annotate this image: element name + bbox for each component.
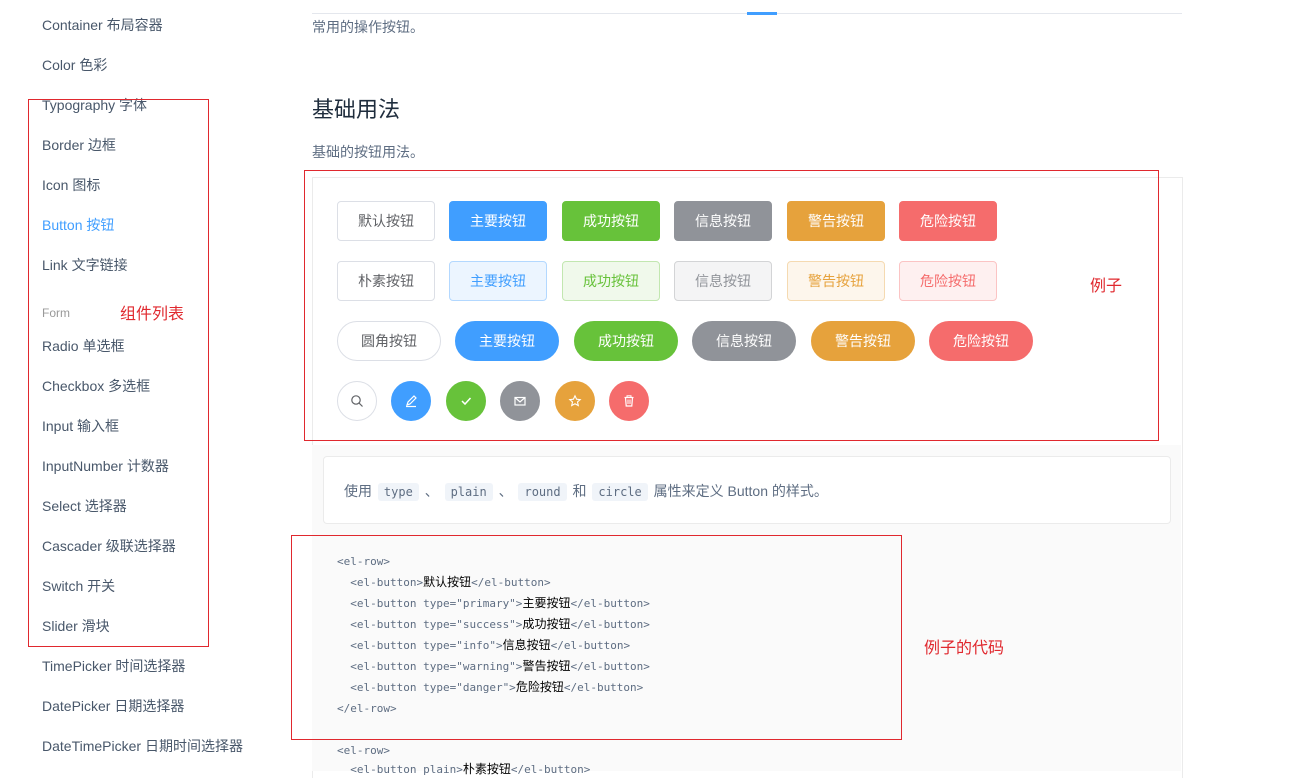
delete-icon [624,395,634,407]
circle-star-button[interactable] [555,381,595,421]
sidebar-item-datetimepicker[interactable]: DateTimePicker 日期时间选择器 [42,736,243,756]
code-line: <el-button type="info">信息按钮</el-button> [337,638,631,652]
code-line: <el-button type="danger">危险按钮</el-button… [337,680,644,694]
search-icon [351,395,363,407]
code-line: <el-button type="success">成功按钮</el-butto… [337,617,650,631]
code-tag-round: round [518,483,567,501]
round-primary-button[interactable]: 主要按钮 [455,321,559,361]
info-button[interactable]: 信息按钮 [674,201,772,241]
page-intro: 常用的操作按钮。 [312,19,424,35]
annotation-label-example: 例子 [1090,278,1123,295]
plain-info-button[interactable]: 信息按钮 [674,261,772,301]
round-success-button[interactable]: 成功按钮 [574,321,678,361]
sidebar-item-radio[interactable]: Radio 单选框 [42,336,124,356]
code-tag-type: type [377,483,419,501]
sidebar-item-cascader[interactable]: Cascader 级联选择器 [42,536,176,556]
sidebar-item-link[interactable]: Link 文字链接 [42,255,128,275]
plain-success-button[interactable]: 成功按钮 [562,261,660,301]
round-warning-button[interactable]: 警告按钮 [811,321,915,361]
sidebar-item-input[interactable]: Input 输入框 [42,416,119,436]
plain-danger-button[interactable]: 危险按钮 [899,261,997,301]
circle-edit-button[interactable] [391,381,431,421]
sidebar-item-border[interactable]: Border 边框 [42,135,116,155]
message-icon [514,396,526,406]
round-info-button[interactable]: 信息按钮 [692,321,796,361]
warning-button[interactable]: 警告按钮 [787,201,885,241]
desc-prefix: 使用 [344,483,372,499]
sidebar-item-container[interactable]: Container 布局容器 [42,15,163,35]
sidebar-item-timepicker[interactable]: TimePicker 时间选择器 [42,656,185,676]
code-line: <el-button type="warning">警告按钮</el-butto… [337,659,650,673]
section-description: 基础的按钮用法。 [312,144,424,160]
circle-search-button[interactable] [337,381,377,421]
code-tag-circle: circle [592,483,648,501]
sidebar-item-checkbox[interactable]: Checkbox 多选框 [42,376,150,396]
description-card: 使用 type 、 plain 、 round 和 circle 属性来定义 B… [323,456,1171,524]
sidebar-item-button[interactable]: Button 按钮 [42,215,114,235]
tab-indicator [747,12,777,15]
circle-check-button[interactable] [446,381,486,421]
plain-warning-button[interactable]: 警告按钮 [787,261,885,301]
sidebar-group-form: Form [42,306,70,320]
sidebar-item-switch[interactable]: Switch 开关 [42,576,115,596]
round-button[interactable]: 圆角按钮 [337,321,441,361]
code-tag-plain: plain [444,483,493,501]
code-line: </el-row> [337,702,397,715]
code-line: <el-button>默认按钮</el-button> [337,575,551,589]
sidebar-item-color[interactable]: Color 色彩 [42,55,107,75]
code-line: <el-row> [337,555,390,568]
code-line: <el-row> [337,744,390,757]
sidebar-item-slider[interactable]: Slider 滑块 [42,616,110,636]
check-icon [461,397,472,406]
default-button[interactable]: 默认按钮 [337,201,435,241]
code-line: <el-button type="primary">主要按钮</el-butto… [337,596,650,610]
circle-message-button[interactable] [500,381,540,421]
sidebar-item-typography[interactable]: Typography 字体 [42,95,147,115]
primary-button[interactable]: 主要按钮 [449,201,547,241]
plain-button[interactable]: 朴素按钮 [337,261,435,301]
success-button[interactable]: 成功按钮 [562,201,660,241]
section-title: 基础用法 [312,97,401,122]
code-line: <el-button plain>朴素按钮</el-button> [337,762,591,776]
edit-icon [406,395,417,408]
round-danger-button[interactable]: 危险按钮 [929,321,1033,361]
plain-primary-button[interactable]: 主要按钮 [449,261,547,301]
annotation-label-example-code: 例子的代码 [924,640,1005,657]
desc-suffix: 属性来定义 Button 的样式。 [653,483,828,499]
sidebar-item-datepicker[interactable]: DatePicker 日期选择器 [42,696,184,716]
annotation-label-component-list: 组件列表 [120,306,185,323]
sidebar-item-select[interactable]: Select 选择器 [42,496,127,516]
desc-sep: 、 [424,483,439,499]
desc-sep: 、 [498,483,513,499]
desc-and: 和 [572,483,587,499]
danger-button[interactable]: 危险按钮 [899,201,997,241]
star-icon [568,394,582,407]
sidebar-item-icon[interactable]: Icon 图标 [42,175,100,195]
circle-delete-button[interactable] [609,381,649,421]
sidebar-item-inputnumber[interactable]: InputNumber 计数器 [42,456,169,476]
